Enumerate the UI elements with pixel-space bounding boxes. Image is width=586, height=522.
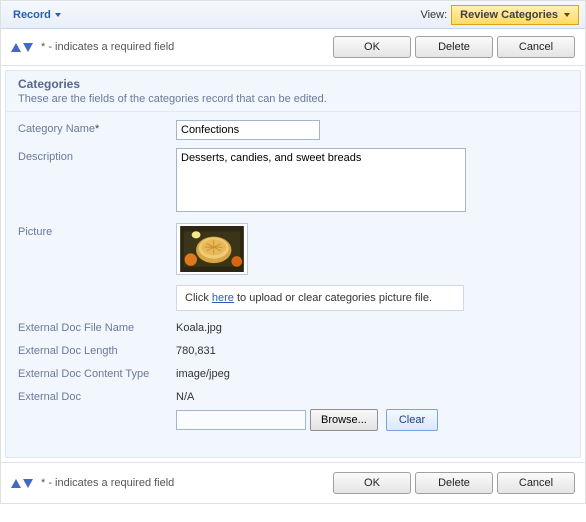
- prev-record-button[interactable]: [11, 479, 21, 488]
- upload-link[interactable]: here: [212, 292, 234, 304]
- picture-thumbnail[interactable]: [176, 223, 248, 275]
- ext-doc-value: N/A: [176, 388, 568, 403]
- description-textarea[interactable]: Desserts, candies, and sweet breads: [176, 148, 466, 212]
- file-path-display: [176, 410, 306, 430]
- pie-image-icon: [179, 226, 245, 272]
- record-menu[interactable]: Record: [7, 7, 67, 23]
- ext-doc-label: External Doc: [18, 388, 176, 403]
- next-record-button[interactable]: [23, 479, 33, 488]
- clear-button[interactable]: Clear: [386, 409, 438, 431]
- delete-button[interactable]: Delete: [415, 472, 493, 494]
- ext-content-type-value: image/jpeg: [176, 365, 230, 380]
- chevron-down-icon: [55, 13, 61, 17]
- view-dropdown[interactable]: Review Categories: [451, 5, 579, 25]
- ext-content-type-label: External Doc Content Type: [18, 365, 176, 380]
- ok-button[interactable]: OK: [333, 36, 411, 58]
- ext-length-label: External Doc Length: [18, 342, 176, 357]
- category-name-label: Category Name*: [18, 120, 176, 135]
- next-record-button[interactable]: [23, 43, 33, 52]
- picture-label: Picture: [18, 223, 176, 238]
- ext-file-name-value: Koala.jpg: [176, 319, 222, 334]
- upload-note: Click here to upload or clear categories…: [176, 285, 464, 311]
- required-note: * - indicates a required field: [41, 477, 174, 489]
- prev-record-button[interactable]: [11, 43, 21, 52]
- record-menu-label: Record: [13, 9, 51, 21]
- cancel-button[interactable]: Cancel: [497, 472, 575, 494]
- category-name-input[interactable]: [176, 120, 320, 140]
- view-label: View:: [420, 9, 447, 21]
- ok-button[interactable]: OK: [333, 472, 411, 494]
- section-subtitle: These are the fields of the categories r…: [6, 93, 580, 112]
- required-note: * - indicates a required field: [41, 41, 174, 53]
- ext-file-name-label: External Doc File Name: [18, 319, 176, 334]
- delete-button[interactable]: Delete: [415, 36, 493, 58]
- chevron-down-icon: [564, 13, 570, 17]
- browse-button[interactable]: Browse...: [310, 409, 378, 431]
- section-title: Categories: [6, 73, 580, 93]
- description-label: Description: [18, 148, 176, 163]
- ext-length-value: 780,831: [176, 342, 216, 357]
- cancel-button[interactable]: Cancel: [497, 36, 575, 58]
- view-dropdown-value: Review Categories: [460, 9, 558, 21]
